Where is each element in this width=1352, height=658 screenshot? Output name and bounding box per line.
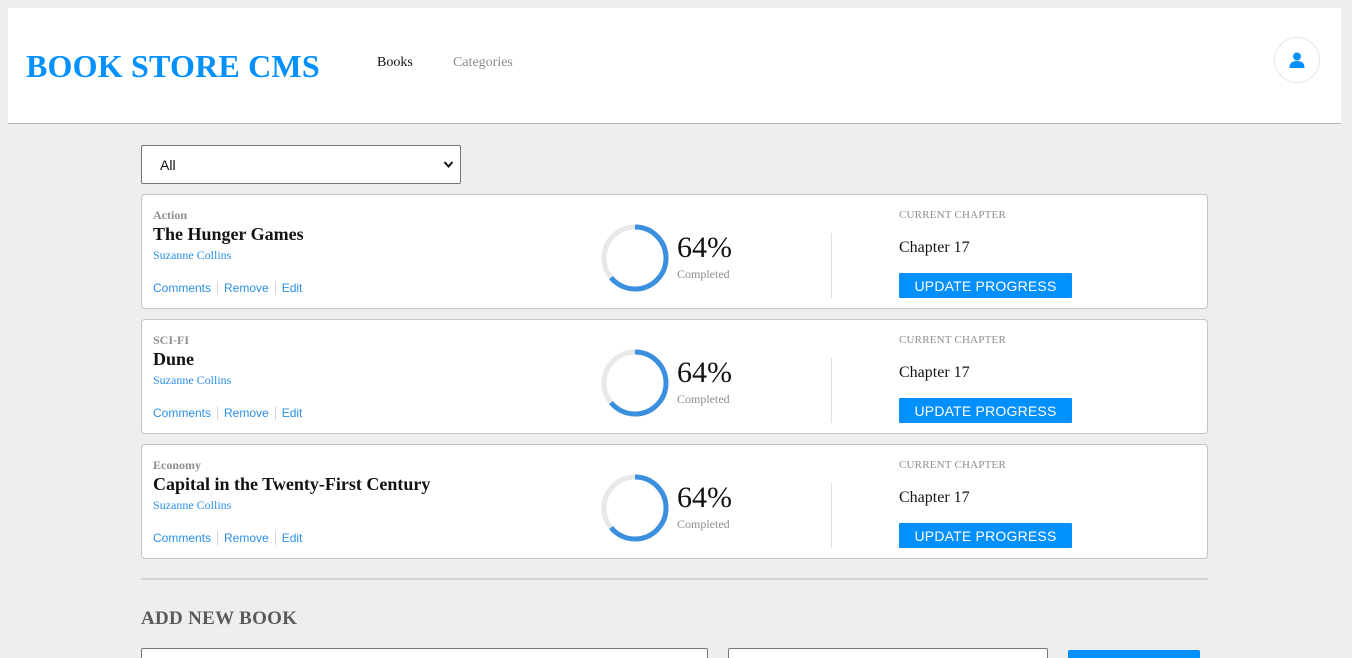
book-category: Economy — [153, 458, 201, 472]
app-header: BOOK STORE CMS Books Categories — [8, 8, 1341, 124]
nav-categories-link[interactable]: Categories — [453, 55, 513, 71]
book-category: SCI-FI — [153, 333, 190, 347]
completed-label: Completed — [677, 517, 730, 531]
card-divider — [831, 483, 832, 548]
action-divider — [217, 531, 219, 545]
update-progress-button[interactable]: UPDATE PROGRESS — [899, 523, 1072, 548]
book-title-input[interactable] — [141, 648, 708, 658]
comments-button[interactable]: Comments — [153, 281, 211, 295]
chevron-down-icon — [443, 161, 454, 169]
current-chapter-label: CURRENT CHAPTER — [899, 334, 1007, 346]
section-divider — [141, 578, 1208, 580]
progress-percent: 64% — [677, 481, 732, 514]
nav-books-link[interactable]: Books — [377, 55, 413, 71]
comments-button[interactable]: Comments — [153, 531, 211, 545]
book-title: The Hunger Games — [153, 224, 304, 244]
remove-button[interactable]: Remove — [224, 281, 269, 295]
current-chapter-label: CURRENT CHAPTER — [899, 209, 1007, 221]
action-divider — [274, 281, 276, 295]
card-divider — [831, 233, 832, 298]
book-author[interactable]: Suzanne Collins — [153, 373, 231, 388]
current-chapter-label: CURRENT CHAPTER — [899, 459, 1007, 471]
progress-percent: 64% — [677, 356, 732, 389]
add-book-heading: ADD NEW BOOK — [141, 608, 298, 629]
book-title: Dune — [153, 349, 195, 369]
edit-button[interactable]: Edit — [282, 406, 303, 420]
book-actions: Comments Remove Edit — [153, 406, 302, 420]
update-progress-button[interactable]: UPDATE PROGRESS — [899, 273, 1072, 298]
edit-button[interactable]: Edit — [282, 281, 303, 295]
book-category: Action — [153, 208, 187, 222]
book-actions: Comments Remove Edit — [153, 531, 302, 545]
action-divider — [274, 531, 276, 545]
update-progress-button[interactable]: UPDATE PROGRESS — [899, 398, 1072, 423]
category-filter-select[interactable]: All — [141, 145, 461, 184]
progress-ring — [601, 349, 669, 417]
app-logo[interactable]: BOOK STORE CMS — [26, 48, 320, 85]
edit-button[interactable]: Edit — [282, 531, 303, 545]
book-author[interactable]: Suzanne Collins — [153, 498, 231, 513]
action-divider — [217, 281, 219, 295]
book-author[interactable]: Suzanne Collins — [153, 248, 231, 263]
book-category-select[interactable] — [728, 648, 1048, 658]
progress-ring — [601, 224, 669, 292]
action-divider — [274, 406, 276, 420]
progress-percent: 64% — [677, 231, 732, 264]
current-chapter-value: Chapter 17 — [899, 489, 970, 506]
current-chapter-value: Chapter 17 — [899, 364, 970, 381]
user-avatar-button[interactable] — [1274, 37, 1320, 83]
comments-button[interactable]: Comments — [153, 406, 211, 420]
book-card: SCI-FI Dune Suzanne Collins Comments Rem… — [141, 319, 1208, 434]
card-divider — [831, 358, 832, 423]
user-icon — [1289, 52, 1305, 68]
completed-label: Completed — [677, 392, 730, 406]
add-book-button[interactable] — [1068, 650, 1200, 658]
category-filter-value: All — [160, 156, 176, 173]
remove-button[interactable]: Remove — [224, 531, 269, 545]
book-card: Action The Hunger Games Suzanne Collins … — [141, 194, 1208, 309]
book-card: Economy Capital in the Twenty-First Cent… — [141, 444, 1208, 559]
book-title: Capital in the Twenty-First Century — [153, 474, 431, 494]
action-divider — [217, 406, 219, 420]
remove-button[interactable]: Remove — [224, 406, 269, 420]
progress-ring — [601, 474, 669, 542]
completed-label: Completed — [677, 267, 730, 281]
book-actions: Comments Remove Edit — [153, 281, 302, 295]
current-chapter-value: Chapter 17 — [899, 239, 970, 256]
